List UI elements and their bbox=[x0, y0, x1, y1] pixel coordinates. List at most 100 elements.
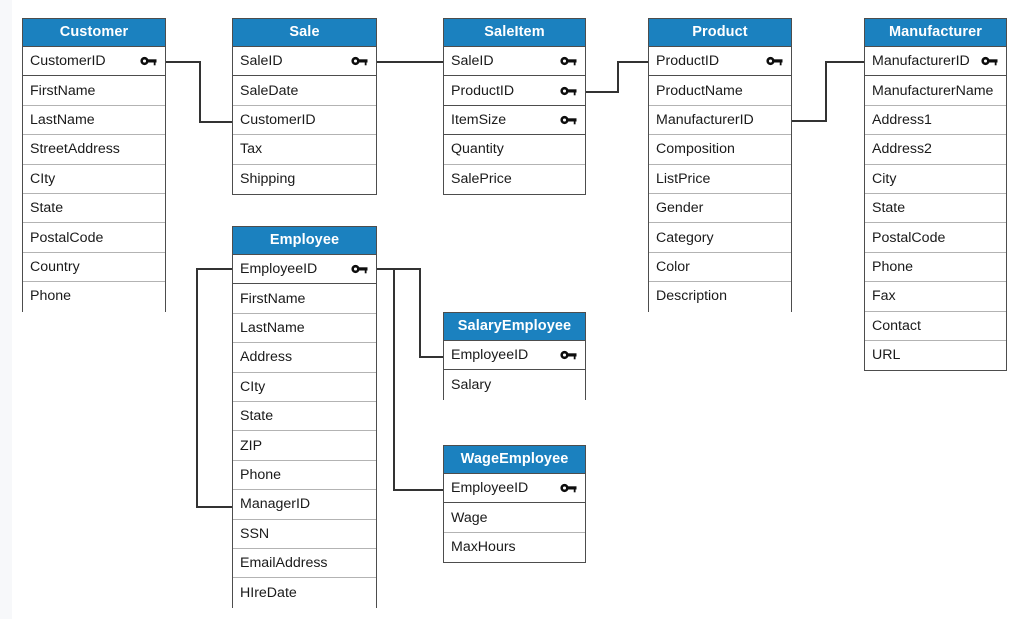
primary-key-icon bbox=[560, 114, 577, 125]
attribute-name: CustomerID bbox=[30, 53, 106, 70]
entity-table-sale[interactable]: Sale SaleID SaleDate CustomerID Tax Shipping bbox=[232, 18, 377, 195]
attribute-row[interactable]: Address bbox=[233, 343, 376, 373]
schema-diagram-canvas: Customer CustomerID FirstName LastName Stree… bbox=[0, 0, 1024, 619]
attribute-row[interactable]: State bbox=[233, 401, 376, 432]
attribute-row[interactable]: Gender bbox=[649, 193, 791, 224]
attribute-row[interactable]: ItemSize bbox=[444, 105, 585, 136]
attribute-row[interactable]: Tax bbox=[233, 135, 376, 165]
attribute-row[interactable]: Wage bbox=[444, 503, 585, 533]
attribute-row[interactable]: SaleID bbox=[444, 47, 585, 77]
primary-key-icon bbox=[560, 483, 577, 494]
attribute-row[interactable]: CustomerID bbox=[233, 105, 376, 136]
entity-table-manufacturer[interactable]: Manufacturer ManufacturerID ManufacturerNa… bbox=[864, 18, 1007, 371]
attribute-name: ProductID bbox=[656, 53, 720, 70]
attribute-name: ManufacturerName bbox=[872, 82, 994, 99]
attribute-row[interactable]: LastName bbox=[23, 105, 165, 136]
attribute-row[interactable]: PostalCode bbox=[865, 223, 1006, 253]
entity-table-salaryemployee[interactable]: SalaryEmployee EmployeeID Salary bbox=[443, 312, 586, 401]
attribute-row[interactable]: EmployeeID bbox=[444, 341, 585, 371]
attribute-row[interactable]: ManagerID bbox=[233, 490, 376, 520]
attribute-name: Salary bbox=[451, 376, 492, 393]
attribute-row[interactable]: Fax bbox=[865, 282, 1006, 312]
attribute-row[interactable]: Description bbox=[649, 282, 791, 312]
attribute-row[interactable]: FirstName bbox=[23, 76, 165, 106]
attribute-name: FirstName bbox=[240, 290, 306, 307]
attribute-name: Phone bbox=[240, 466, 282, 483]
attribute-row[interactable]: ProductID bbox=[649, 47, 791, 77]
attribute-name: MaxHours bbox=[451, 539, 516, 556]
attribute-name: Fax bbox=[872, 288, 896, 305]
attribute-row[interactable]: EmailAddress bbox=[233, 548, 376, 579]
attribute-row[interactable]: URL bbox=[865, 340, 1006, 371]
attribute-row[interactable]: EmployeeID bbox=[233, 255, 376, 285]
attribute-row[interactable]: ProductName bbox=[649, 76, 791, 106]
attribute-row[interactable]: ZIP bbox=[233, 431, 376, 461]
attribute-row[interactable]: MaxHours bbox=[444, 532, 585, 563]
entity-table-product[interactable]: Product ProductID ProductName ManufacturerI… bbox=[648, 18, 792, 313]
attribute-row[interactable]: Category bbox=[649, 223, 791, 253]
entity-table-employee[interactable]: Employee EmployeeID FirstName LastName Addre… bbox=[232, 226, 377, 609]
attribute-row[interactable]: Country bbox=[23, 252, 165, 283]
attribute-row[interactable]: CIty bbox=[233, 372, 376, 402]
attribute-row[interactable]: Address2 bbox=[865, 135, 1006, 165]
attribute-row[interactable]: Composition bbox=[649, 135, 791, 165]
entity-table-saleitem[interactable]: SaleItem SaleID ProductID ItemSize Quantity S… bbox=[443, 18, 586, 195]
attribute-name: ManagerID bbox=[240, 496, 311, 513]
attribute-row[interactable]: ManufacturerID bbox=[649, 105, 791, 136]
attribute-name: CIty bbox=[30, 170, 56, 187]
attribute-row[interactable]: HIreDate bbox=[233, 578, 376, 608]
attribute-row[interactable]: SaleDate bbox=[233, 76, 376, 106]
attribute-name: ProductID bbox=[451, 82, 515, 99]
attribute-row[interactable]: PostalCode bbox=[23, 223, 165, 253]
attribute-name: EmployeeID bbox=[240, 261, 318, 278]
attribute-name: PostalCode bbox=[872, 229, 946, 246]
attribute-name: Tax bbox=[240, 141, 263, 158]
attribute-name: Address1 bbox=[872, 112, 932, 129]
entity-title-product: Product bbox=[649, 19, 791, 47]
attribute-row[interactable]: FirstName bbox=[233, 284, 376, 314]
attribute-name: State bbox=[872, 200, 906, 217]
attribute-row[interactable]: Color bbox=[649, 252, 791, 283]
attribute-name: SSN bbox=[240, 525, 270, 542]
attribute-row[interactable]: State bbox=[23, 193, 165, 224]
attribute-row[interactable]: ProductID bbox=[444, 76, 585, 106]
entity-title-saleitem: SaleItem bbox=[444, 19, 585, 47]
primary-key-icon bbox=[140, 56, 157, 67]
attribute-row[interactable]: Quantity bbox=[444, 135, 585, 165]
attribute-row[interactable]: City bbox=[865, 164, 1006, 194]
attribute-name: State bbox=[240, 408, 274, 425]
attribute-row[interactable]: Shipping bbox=[233, 164, 376, 194]
attribute-row[interactable]: State bbox=[865, 193, 1006, 224]
attribute-row[interactable]: SalePrice bbox=[444, 164, 585, 194]
attribute-row[interactable]: ManufacturerID bbox=[865, 47, 1006, 77]
attribute-row[interactable]: EmployeeID bbox=[444, 474, 585, 504]
entity-table-customer[interactable]: Customer CustomerID FirstName LastName Stree… bbox=[22, 18, 166, 313]
attribute-row[interactable]: CustomerID bbox=[23, 47, 165, 77]
attribute-row[interactable]: LastName bbox=[233, 313, 376, 344]
attribute-name: EmailAddress bbox=[240, 555, 328, 572]
attribute-row[interactable]: CIty bbox=[23, 164, 165, 194]
attribute-name: Quantity bbox=[451, 141, 504, 158]
entity-table-wageemployee[interactable]: WageEmployee EmployeeID Wage MaxHours bbox=[443, 445, 586, 563]
attribute-row[interactable]: Address1 bbox=[865, 105, 1006, 136]
entity-title-sale: Sale bbox=[233, 19, 376, 47]
attribute-name: Category bbox=[656, 229, 714, 246]
attribute-row[interactable]: StreetAddress bbox=[23, 135, 165, 165]
primary-key-icon bbox=[766, 56, 783, 67]
attribute-row[interactable]: Phone bbox=[233, 460, 376, 491]
attribute-name: PostalCode bbox=[30, 229, 104, 246]
attribute-name: StreetAddress bbox=[30, 141, 120, 158]
entity-title-manufacturer: Manufacturer bbox=[865, 19, 1006, 47]
attribute-row[interactable]: Salary bbox=[444, 370, 585, 400]
attribute-row[interactable]: ManufacturerName bbox=[865, 76, 1006, 106]
attribute-row[interactable]: SSN bbox=[233, 519, 376, 549]
attribute-row[interactable]: SaleID bbox=[233, 47, 376, 77]
attribute-name: ZIP bbox=[240, 437, 263, 454]
attribute-row[interactable]: Phone bbox=[865, 252, 1006, 283]
attribute-name: CustomerID bbox=[240, 112, 316, 129]
attribute-row[interactable]: Contact bbox=[865, 311, 1006, 341]
attribute-name: Color bbox=[656, 258, 690, 275]
relationship-line-employee-salaryemployee bbox=[377, 268, 443, 358]
attribute-row[interactable]: ListPrice bbox=[649, 164, 791, 194]
attribute-row[interactable]: Phone bbox=[23, 282, 165, 312]
